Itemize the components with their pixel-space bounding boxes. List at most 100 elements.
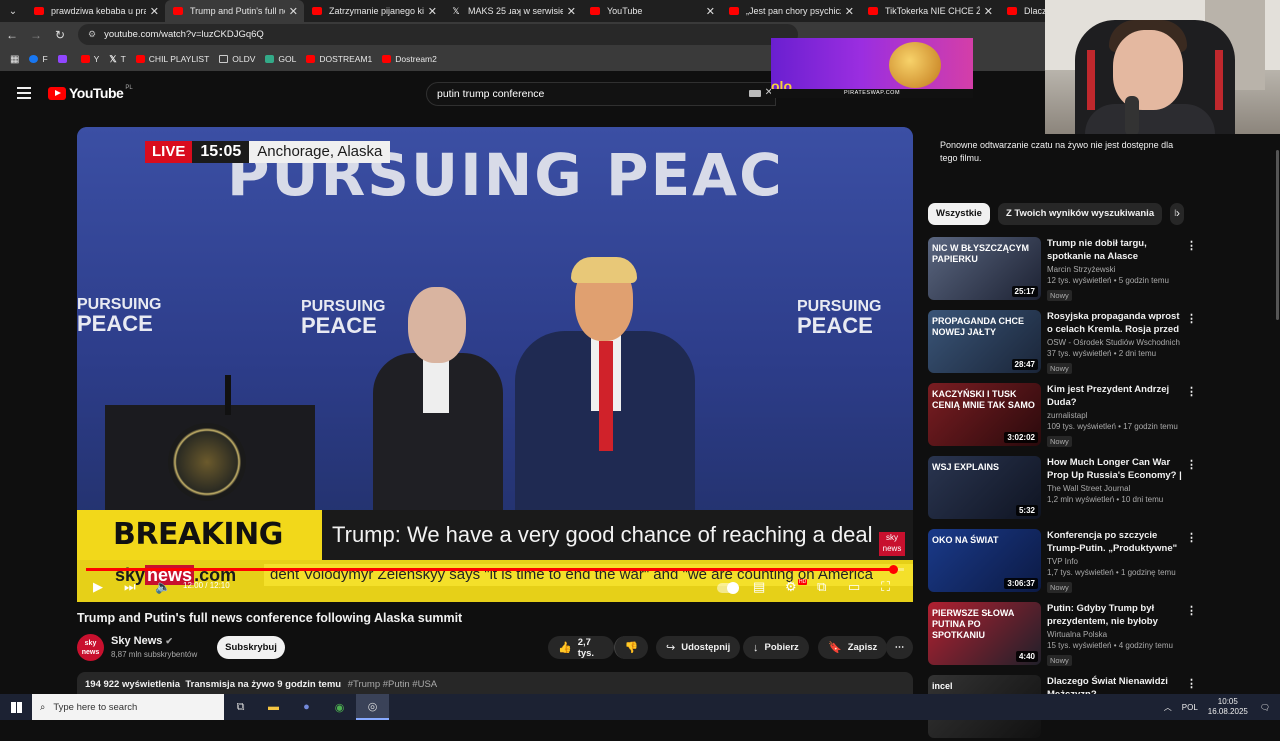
ad-banner[interactable]: olo PIRATESWAP.COM [771, 38, 973, 98]
chrome-icon[interactable]: ◉ [323, 694, 356, 720]
chevron-up-icon[interactable]: ︿ [1164, 702, 1172, 713]
recommendation-channel[interactable]: OSW - Ośrodek Studiów Wschodnich [1047, 338, 1187, 347]
description-box[interactable]: 194 922 wyświetlenia Transmisja na żywo … [77, 672, 913, 694]
clock[interactable]: 10:05 16.08.2025 [1208, 697, 1248, 717]
more-options-icon[interactable]: ⋮ [1186, 604, 1197, 617]
chip-all[interactable]: Wszystkie [928, 203, 990, 225]
bookmark-x[interactable]: 𝕏T [109, 54, 125, 65]
video-thumbnail[interactable]: PIERWSZE SŁOWA PUTINA PO SPOTKANIU 4:40 [928, 602, 1041, 665]
youtube-logo[interactable]: YouTube PL [48, 85, 133, 101]
back-arrow-icon[interactable]: ← [0, 28, 24, 42]
bookmark-chil-playlist[interactable]: CHIL PLAYLIST [135, 54, 209, 64]
more-options-icon[interactable]: ⋮ [1186, 312, 1197, 325]
bookmark-folder-oldv[interactable]: OLDV [219, 54, 255, 64]
fullscreen-icon[interactable]: ⛶ [881, 577, 890, 597]
more-options-icon[interactable]: ⋮ [1186, 677, 1197, 690]
notifications-icon[interactable]: 🗨 [1260, 703, 1270, 712]
youtube-icon [868, 7, 878, 15]
browser-tab[interactable]: YouTube ✕ [582, 0, 721, 22]
site-settings-icon[interactable]: ⚙ [88, 29, 96, 40]
settings-gear-icon[interactable]: ⚙ [785, 577, 797, 597]
close-tab-icon[interactable]: ✕ [150, 5, 159, 18]
recommendation-channel[interactable]: Wirtualna Polska [1047, 630, 1187, 639]
browser-tab[interactable]: „Jest pan chory psychiczn ✕ [721, 0, 860, 22]
theater-mode-icon[interactable]: ▭ [848, 577, 860, 597]
miniplayer-icon[interactable]: ⧉ [817, 577, 826, 597]
language-indicator[interactable]: POL [1182, 703, 1198, 712]
chevron-right-icon[interactable]: › [1176, 206, 1180, 220]
bookmark-gol[interactable]: GOL [265, 54, 296, 64]
more-options-icon[interactable]: ⋮ [1186, 239, 1197, 252]
start-button[interactable] [0, 694, 32, 720]
recommendation-item[interactable]: NIC W BŁYSZCZĄCYM PAPIERKU 25:17 Trump nie… [928, 237, 1198, 303]
discord-icon[interactable]: ● [290, 694, 323, 720]
recommendation-channel[interactable]: The Wall Street Journal [1047, 484, 1187, 493]
bookmark-twitch[interactable] [57, 55, 71, 63]
dislike-button[interactable]: 👎 [614, 636, 648, 659]
more-options-icon[interactable]: ⋮ [1186, 458, 1197, 471]
channel-name[interactable]: Sky News ✔ [111, 635, 173, 647]
recommendation-item[interactable]: PROPAGANDA CHCE NOWEJ JAŁTY 28:47 Rosyjska… [928, 310, 1198, 376]
recommendation-item[interactable]: PIERWSZE SŁOWA PUTINA PO SPOTKANIU 4:40 Pu… [928, 602, 1198, 668]
browser-tab[interactable]: TikTokerka NIE CHCE Żeb ✕ [860, 0, 999, 22]
recommendation-item[interactable]: WSJ EXPLAINS 5:32 How Much Longer Can War … [928, 456, 1198, 522]
close-tab-icon[interactable]: ✕ [845, 5, 854, 18]
bookmark-dostream2[interactable]: Dostream2 [382, 54, 437, 64]
task-view-icon[interactable]: ⧉ [224, 694, 257, 720]
video-player[interactable]: PURSUING PEAC PURSUING PEACE PURSUING PEAC… [77, 127, 913, 602]
recommendation-item[interactable]: OKO NA ŚWIAT 3:06:37 Konferencja po szczyc… [928, 529, 1198, 595]
search-input[interactable]: putin trump conference ✕ [426, 82, 776, 106]
keyboard-icon[interactable] [749, 90, 761, 97]
url-field[interactable]: ⚙ youtube.com/watch?v=luzCKDJGq6Q [78, 24, 798, 45]
more-actions-button[interactable]: ⋯ [886, 636, 913, 659]
hashtags[interactable]: #Trump #Putin #USA [348, 679, 437, 690]
video-thumbnail[interactable]: KACZYŃSKI I TUSK CENIĄ MNIE TAK SAMO 3:02… [928, 383, 1041, 446]
more-options-icon[interactable]: ⋮ [1186, 385, 1197, 398]
save-button[interactable]: 🔖 Zapisz [818, 636, 888, 659]
taskbar-search[interactable]: ⌕ Type here to search [32, 694, 224, 720]
download-button[interactable]: ↓ Pobierz [743, 636, 809, 659]
browser-tab[interactable]: Zatrzymanie pijanego kie ✕ [304, 0, 443, 22]
apps-grid-icon[interactable]: ▦ [10, 54, 19, 65]
like-button[interactable]: 👍 2,7 tys. [548, 636, 614, 659]
file-explorer-icon[interactable]: ▬ [257, 694, 290, 720]
progress-bar[interactable] [86, 565, 904, 574]
next-icon[interactable]: ⏭ [124, 577, 136, 597]
browser-tab[interactable]: 𝕏 MAKS 25 ɹaʞ w serwisie ✕ [443, 0, 582, 22]
video-thumbnail[interactable]: PROPAGANDA CHCE NOWEJ JAŁTY 28:47 [928, 310, 1041, 373]
volume-icon[interactable]: 🔈 [155, 577, 171, 597]
browser-tab-active[interactable]: Trump and Putin's full ne ✕ [165, 0, 304, 22]
menu-icon[interactable] [17, 87, 31, 99]
scrollbar[interactable] [1276, 150, 1279, 320]
autoplay-toggle[interactable] [717, 582, 739, 594]
subscribe-button[interactable]: Subskrybuj [217, 636, 285, 659]
share-button[interactable]: ↪ Udostępnij [656, 636, 741, 659]
subtitles-icon[interactable]: ▤ [753, 577, 765, 597]
video-thumbnail[interactable]: WSJ EXPLAINS 5:32 [928, 456, 1041, 519]
close-tab-icon[interactable]: ✕ [428, 5, 437, 18]
video-thumbnail[interactable]: OKO NA ŚWIAT 3:06:37 [928, 529, 1041, 592]
browser-tab[interactable]: prawdziwa kebaba u prav ✕ [26, 0, 165, 22]
bookmark-dostream1[interactable]: DOSTREAM1 [306, 54, 372, 64]
scrubber-handle[interactable] [889, 565, 898, 574]
reload-icon[interactable]: ↻ [48, 28, 72, 42]
video-thumbnail[interactable]: NIC W BŁYSZCZĄCYM PAPIERKU 25:17 [928, 237, 1041, 300]
tab-search-chevron-icon[interactable]: ⌄ [0, 0, 26, 22]
close-tab-icon[interactable]: ✕ [289, 5, 298, 18]
bookmark-youtube[interactable]: Y [80, 54, 99, 64]
recommendation-channel[interactable]: TVP Info [1047, 557, 1187, 566]
channel-avatar[interactable]: sky news [77, 634, 104, 661]
play-icon[interactable]: ▶ [93, 577, 103, 597]
bookmark-facebook[interactable]: F [29, 54, 48, 64]
tab-title: Trump and Putin's full ne [190, 6, 285, 16]
chip-from-search[interactable]: Z Twoich wyników wyszukiwania [997, 203, 1163, 225]
close-tab-icon[interactable]: ✕ [567, 5, 576, 18]
forward-arrow-icon[interactable]: → [24, 28, 48, 42]
more-options-icon[interactable]: ⋮ [1186, 531, 1197, 544]
recommendation-item[interactable]: KACZYŃSKI I TUSK CENIĄ MNIE TAK SAMO 3:02… [928, 383, 1198, 449]
close-tab-icon[interactable]: ✕ [984, 5, 993, 18]
close-tab-icon[interactable]: ✕ [706, 5, 715, 18]
recommendation-channel[interactable]: Marcin Strzyżewski [1047, 265, 1187, 274]
obs-icon[interactable]: ◎ [356, 694, 389, 720]
recommendation-channel[interactable]: zurnalistapl [1047, 411, 1187, 420]
